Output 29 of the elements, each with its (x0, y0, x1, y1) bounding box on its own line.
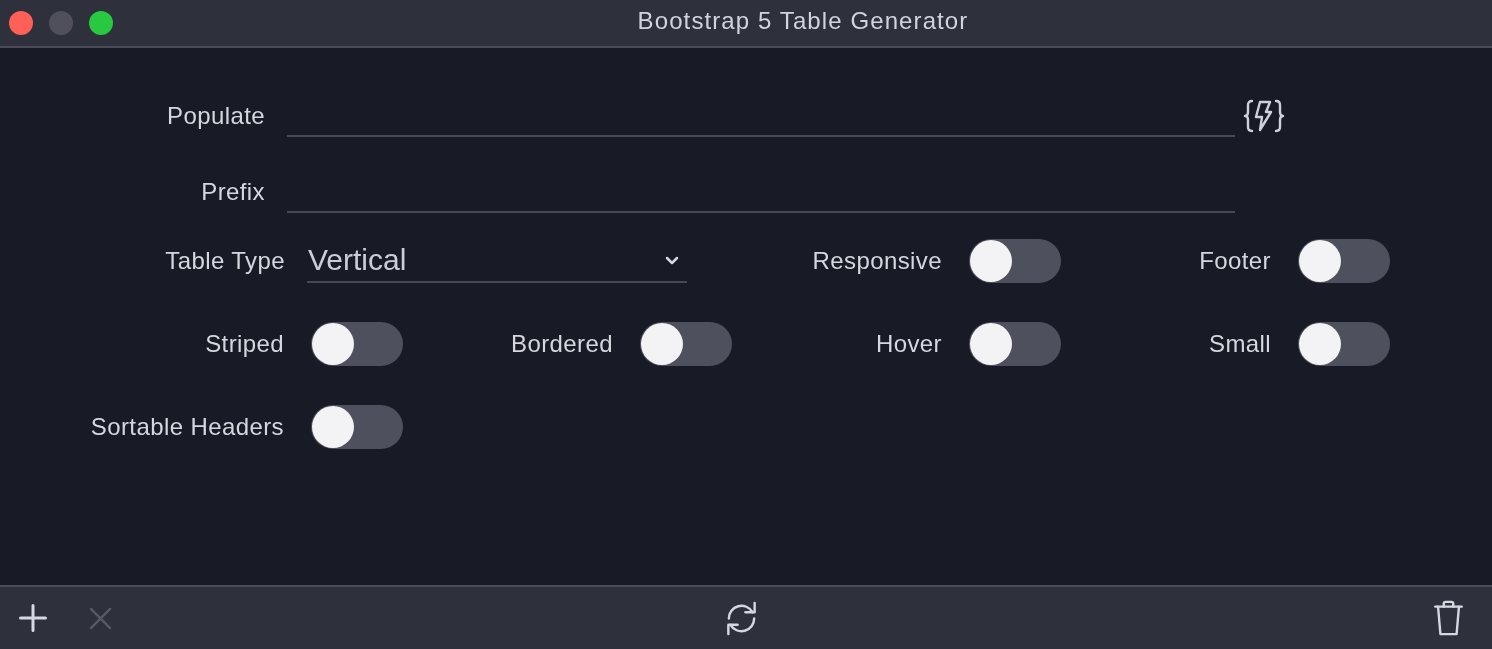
braces-bolt-icon (1243, 99, 1285, 133)
toggle-switch[interactable] (969, 239, 1061, 283)
option-label: Responsive (812, 247, 942, 275)
toggle-switch[interactable] (311, 322, 403, 366)
option-label: Table Type (165, 247, 285, 275)
trash-icon (1433, 599, 1464, 637)
option-label: Small (1209, 330, 1271, 358)
option-label: Footer (1199, 247, 1271, 275)
zoom-button[interactable] (89, 11, 113, 35)
option-label: Bordered (511, 330, 613, 358)
plus-icon (19, 604, 47, 632)
close-button[interactable] (9, 11, 33, 35)
delete-button[interactable] (1433, 599, 1464, 637)
toggle-switch[interactable] (969, 322, 1061, 366)
option-label: Striped (205, 330, 284, 358)
generate-button[interactable] (1243, 99, 1285, 133)
toggle-switch[interactable] (640, 322, 732, 366)
x-icon (89, 606, 112, 630)
toggle-switch[interactable] (1298, 322, 1390, 366)
chevron-down-icon (665, 255, 679, 265)
option-label: Sortable Headers (90, 413, 284, 441)
field-label: Populate (167, 102, 265, 130)
window-title: Bootstrap 5 Table Generator (637, 7, 969, 35)
toggle-switch[interactable] (1298, 239, 1390, 283)
toggle-switch[interactable] (311, 405, 403, 449)
add-button[interactable] (19, 604, 47, 632)
option-label: Hover (875, 330, 942, 358)
field-label: Prefix (201, 178, 265, 206)
dropdown[interactable]: Vertical (307, 239, 687, 283)
